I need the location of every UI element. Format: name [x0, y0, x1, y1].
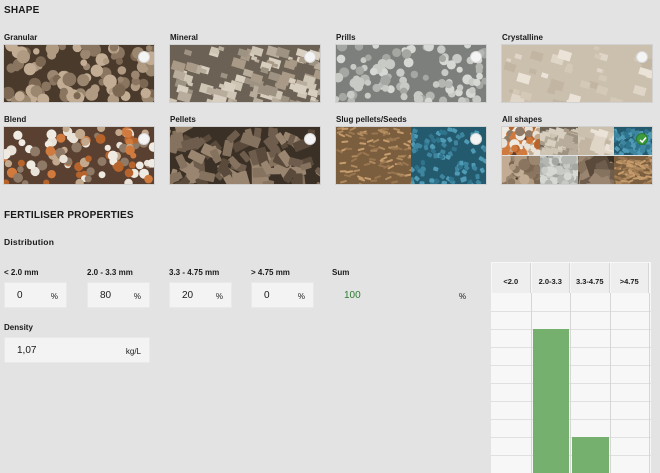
distribution-chart: <2.0 2.0-3.3 3.3-4.75 >4.75 [491, 262, 651, 473]
shape-image [170, 45, 320, 102]
shape-label: All shapes [502, 115, 543, 124]
grid-line [491, 419, 651, 420]
shape-option-mineral[interactable] [170, 45, 320, 102]
shape-option-slug[interactable] [336, 127, 486, 184]
sum-label: Sum [332, 268, 350, 277]
range-value: 20 [182, 290, 194, 301]
range-unit: % [50, 292, 58, 301]
shape-label: Prills [336, 33, 356, 42]
range-field-gt4[interactable]: 0 % [251, 282, 314, 308]
grid-line [491, 437, 651, 438]
range-field-3-4[interactable]: 20 % [169, 282, 232, 308]
radio-button[interactable] [304, 133, 316, 145]
range-unit: % [215, 292, 223, 301]
shape-label: Crystalline [502, 33, 543, 42]
shape-option-crystalline[interactable] [502, 45, 652, 102]
chart-column-header: <2.0 [492, 263, 531, 293]
radio-button[interactable] [138, 133, 150, 145]
chart-bar [532, 329, 569, 473]
radio-button[interactable] [304, 51, 316, 63]
density-field[interactable]: 1,07 kg/L [4, 337, 150, 363]
density-unit: kg/L [125, 347, 141, 356]
grid-line [491, 347, 651, 348]
density-label: Density [4, 323, 33, 332]
range-value: 0 [17, 290, 23, 301]
chart-column-header: 3.3-4.75 [571, 263, 610, 293]
grid-line [491, 455, 651, 456]
tick-label: 3.3-4.75 [575, 277, 604, 286]
shape-image [4, 127, 154, 184]
tick-label: >4.75 [619, 277, 639, 286]
shape-image [502, 127, 652, 184]
shape-option-all[interactable] [502, 127, 652, 184]
grid-line [530, 293, 532, 473]
shape-option-granular[interactable] [4, 45, 154, 102]
selected-check-icon[interactable] [636, 133, 648, 145]
shape-label: Granular [4, 33, 38, 42]
range-value: 80 [100, 290, 112, 301]
range-field-lt2[interactable]: 0 % [4, 282, 67, 308]
radio-button[interactable] [470, 51, 482, 63]
shape-image [170, 127, 320, 184]
range-value: 0 [264, 290, 270, 301]
range-unit: % [297, 292, 305, 301]
shape-label: Mineral [170, 33, 199, 42]
grid-line [570, 293, 571, 473]
shape-image [336, 45, 486, 102]
grid-line [491, 311, 651, 312]
shape-option-pellets[interactable] [170, 127, 320, 184]
radio-button[interactable] [470, 133, 482, 145]
range-label-3-4: 3.3 - 4.75 mm [169, 268, 220, 277]
grid-line [491, 365, 651, 366]
grid-line [649, 293, 650, 473]
range-label-gt4: > 4.75 mm [251, 268, 290, 277]
shape-label: Pellets [170, 115, 196, 124]
sum-unit: % [459, 292, 467, 301]
chart-column-header: >4.75 [610, 263, 649, 293]
radio-button[interactable] [636, 51, 648, 63]
shape-label: Slug pellets/Seeds [336, 115, 407, 124]
shape-image [502, 45, 652, 102]
distribution-label: Distribution [4, 237, 55, 247]
shape-option-prills[interactable] [336, 45, 486, 102]
range-label-2-3: 2.0 - 3.3 mm [87, 268, 133, 277]
shape-label: Blend [4, 115, 27, 124]
sum-value: 100 [344, 290, 361, 301]
shape-image [4, 45, 154, 102]
grid-line [491, 383, 651, 384]
shape-option-blend[interactable] [4, 127, 154, 184]
range-unit: % [133, 292, 141, 301]
grid-line [491, 329, 651, 330]
density-value: 1,07 [17, 345, 37, 356]
grid-line [491, 401, 651, 402]
grid-line [609, 293, 611, 473]
chart-column-header: 2.0-3.3 [531, 263, 570, 293]
chart-bar [572, 437, 609, 473]
range-label-lt2: < 2.0 mm [4, 268, 39, 277]
shape-image [336, 127, 486, 184]
radio-button[interactable] [138, 51, 150, 63]
shape-section-title: SHAPE [4, 5, 40, 16]
range-field-2-3[interactable]: 80 % [87, 282, 150, 308]
tick-label: <2.0 [503, 277, 519, 286]
fertiliser-properties-title: FERTILISER PROPERTIES [4, 210, 134, 221]
tick-label: 2.0-3.3 [538, 277, 562, 286]
